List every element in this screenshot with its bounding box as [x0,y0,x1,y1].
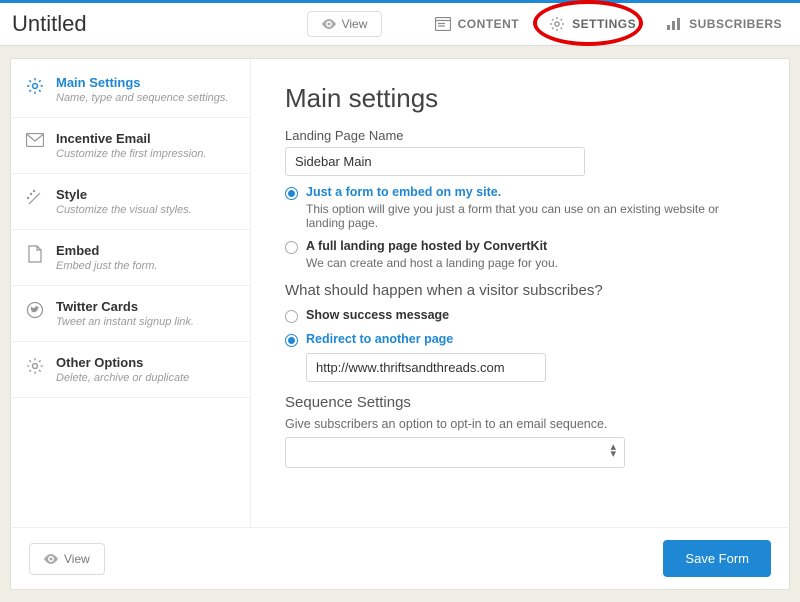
radio-desc: We can create and host a landing page fo… [306,256,755,270]
subscribe-option-redirect[interactable]: Redirect to another page [285,332,755,347]
nav-content-label: CONTENT [458,17,520,31]
sidebar-item-sub: Name, type and sequence settings. [56,92,228,104]
sidebar-item-main-settings[interactable]: Main Settings Name, type and sequence se… [11,59,250,118]
panel: Main Settings Name, type and sequence se… [10,58,790,528]
view-button-top[interactable]: View [307,11,383,37]
view-button-top-label: View [342,17,368,31]
chart-icon [666,17,682,31]
radio-label: Show success message [306,308,449,322]
gear-icon [549,16,565,32]
sidebar-item-sub: Embed just the form. [56,260,158,272]
file-icon [25,243,45,272]
sidebar-item-other-options[interactable]: Other Options Delete, archive or duplica… [11,342,250,398]
eye-icon [44,554,58,564]
landing-page-name-label: Landing Page Name [285,128,755,143]
sidebar-item-text: Incentive Email Customize the first impr… [56,131,206,160]
wand-icon [25,187,45,216]
radio-icon [285,187,298,200]
sidebar-item-twitter-cards[interactable]: Twitter Cards Tweet an instant signup li… [11,286,250,342]
radio-icon [285,310,298,323]
footer: View Save Form [10,527,790,590]
sidebar-item-sub: Delete, archive or duplicate [56,372,189,384]
sequence-select[interactable]: ▴▾ [285,437,625,468]
envelope-icon [25,131,45,160]
twitter-icon [25,299,45,328]
sidebar-item-text: Twitter Cards Tweet an instant signup li… [56,299,194,328]
sidebar-item-text: Style Customize the visual styles. [56,187,192,216]
page-title: Untitled [12,11,87,37]
gear-icon [25,355,45,384]
radio-label: Just a form to embed on my site. [306,185,501,199]
top-nav: CONTENT SETTINGS SUBSCRIBERS [429,12,788,36]
nav-settings[interactable]: SETTINGS [543,12,642,36]
nav-subscribers[interactable]: SUBSCRIBERS [660,13,788,35]
nav-subscribers-label: SUBSCRIBERS [689,17,782,31]
sidebar-item-title: Twitter Cards [56,299,194,314]
radio-label: A full landing page hosted by ConvertKit [306,239,547,253]
sidebar-item-sub: Customize the visual styles. [56,204,192,216]
eye-icon [322,19,336,29]
sidebar-item-title: Embed [56,243,158,258]
radio-icon [285,334,298,347]
nav-content[interactable]: CONTENT [429,13,526,35]
sidebar-item-text: Other Options Delete, archive or duplica… [56,355,189,384]
sequence-heading: Sequence Settings [285,394,755,411]
header: Untitled View CONTENT SETTINGS SUBSCRIBE… [0,3,800,46]
select-updown-icon: ▴▾ [610,444,616,458]
nav-settings-label: SETTINGS [572,17,636,31]
content-heading: Main settings [285,83,755,114]
sidebar-item-title: Style [56,187,192,202]
form-type-option-hosted[interactable]: A full landing page hosted by ConvertKit [285,239,755,254]
view-button-bottom[interactable]: View [29,543,105,575]
content-icon [435,17,451,31]
content: Main settings Landing Page Name Just a f… [251,59,789,527]
sidebar-item-sub: Customize the first impression. [56,148,206,160]
redirect-url-input[interactable] [306,353,546,382]
landing-page-name-input[interactable] [285,147,585,176]
radio-icon [285,241,298,254]
gear-icon [25,75,45,104]
view-button-bottom-label: View [64,552,90,566]
sidebar-item-embed[interactable]: Embed Embed just the form. [11,230,250,286]
sidebar-item-text: Main Settings Name, type and sequence se… [56,75,228,104]
sidebar-item-sub: Tweet an instant signup link. [56,316,194,328]
main-wrap: Main Settings Name, type and sequence se… [0,46,800,602]
sequence-desc: Give subscribers an option to opt-in to … [285,417,755,431]
subscribe-option-success[interactable]: Show success message [285,308,755,323]
sidebar-item-title: Incentive Email [56,131,206,146]
sidebar-item-style[interactable]: Style Customize the visual styles. [11,174,250,230]
radio-desc: This option will give you just a form th… [306,202,755,230]
sidebar-item-title: Other Options [56,355,189,370]
save-button[interactable]: Save Form [663,540,771,577]
radio-label: Redirect to another page [306,332,453,346]
sidebar-item-text: Embed Embed just the form. [56,243,158,272]
subscribe-heading: What should happen when a visitor subscr… [285,282,755,299]
sidebar: Main Settings Name, type and sequence se… [11,59,251,527]
sidebar-item-title: Main Settings [56,75,228,90]
form-type-option-embed[interactable]: Just a form to embed on my site. [285,185,755,200]
sidebar-item-incentive-email[interactable]: Incentive Email Customize the first impr… [11,118,250,174]
